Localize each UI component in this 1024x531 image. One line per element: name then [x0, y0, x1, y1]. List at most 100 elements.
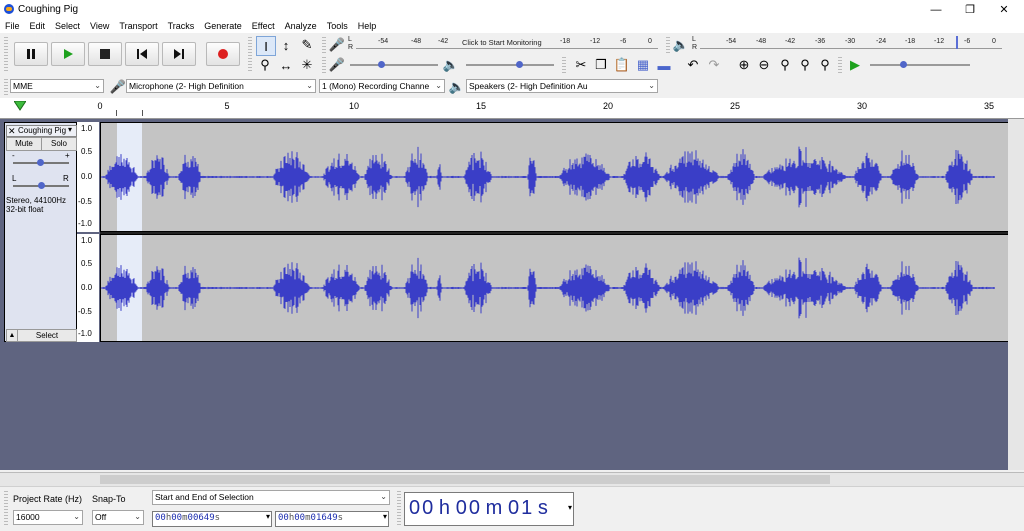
selection-mode-select[interactable]: Start and End of Selection ⌄ — [152, 490, 390, 505]
channel-2-scale[interactable]: 1.0 0.5 0.0 -0.5 -1.0 — [77, 234, 99, 342]
start-monitoring-text[interactable]: Click to Start Monitoring — [462, 38, 542, 47]
menu-tracks[interactable]: Tracks — [163, 19, 200, 33]
playback-device-select[interactable]: Speakers (2- High Definition Au ⌄ — [466, 79, 658, 93]
trim-icon[interactable]: ▦ — [634, 56, 652, 74]
time-unit: s — [537, 497, 550, 519]
record-volume-slider[interactable] — [350, 61, 438, 68]
track-close-icon[interactable]: ✕ — [8, 126, 16, 137]
project-rate-select[interactable]: 16000 ⌄ — [13, 510, 83, 525]
scale-label: -0.5 — [78, 197, 92, 206]
solo-button[interactable]: Solo — [41, 137, 77, 151]
gain-slider[interactable] — [13, 159, 69, 166]
device-toolbar-grip[interactable] — [4, 79, 8, 95]
play-speed-thumb[interactable] — [900, 61, 907, 68]
vertical-scrollbar[interactable] — [1008, 119, 1024, 470]
pause-button[interactable] — [14, 42, 48, 66]
time-toolbar-grip[interactable] — [397, 491, 401, 527]
timeline-options-icon[interactable] — [14, 101, 26, 111]
menu-file[interactable]: File — [0, 19, 25, 33]
chevron-down-icon: ▾ — [567, 503, 572, 512]
time-hours: 00 — [155, 513, 166, 523]
zoom-toggle-icon[interactable]: ⚲ — [816, 56, 834, 74]
waveform-channel-1[interactable] — [100, 122, 1008, 232]
close-button[interactable]: ✕ — [987, 0, 1021, 19]
project-rate-value: 16000 — [16, 512, 40, 522]
menu-tools[interactable]: Tools — [322, 19, 353, 33]
pan-slider-thumb[interactable] — [38, 182, 45, 189]
zoom-tool-icon[interactable]: ⚲ — [256, 56, 274, 74]
scrollbar-thumb[interactable] — [100, 475, 830, 484]
edit-toolbar-grip[interactable] — [562, 57, 566, 73]
menu-edit[interactable]: Edit — [25, 19, 51, 33]
playback-meter-grip[interactable] — [666, 37, 670, 53]
pan-slider[interactable] — [13, 182, 69, 189]
menu-generate[interactable]: Generate — [199, 19, 247, 33]
skip-to-start-button[interactable] — [125, 42, 159, 66]
selection-start-time[interactable]: 00h00m00649s ▾ — [152, 511, 272, 527]
menu-effect[interactable]: Effect — [247, 19, 280, 33]
paste-icon[interactable]: 📋 — [613, 56, 631, 74]
recording-device-select[interactable]: Microphone (2- High Definition ⌄ — [126, 79, 316, 93]
zoom-in-icon[interactable]: ⊕ — [735, 56, 753, 74]
chevron-down-icon: ⌄ — [73, 512, 80, 521]
envelope-tool-icon[interactable]: ↕ — [277, 36, 295, 54]
restore-icon: ❐ — [965, 4, 975, 16]
audio-position-display[interactable]: 00 h 00 m 01 s ▾ — [404, 492, 574, 526]
minimize-button[interactable]: — — [919, 0, 953, 19]
record-button[interactable] — [206, 42, 240, 66]
silence-icon[interactable]: ▬ — [655, 56, 673, 74]
play-speed-slider[interactable] — [870, 61, 970, 68]
mixer-toolbar-grip[interactable] — [322, 57, 326, 73]
record-icon — [218, 49, 228, 59]
multi-tool-icon[interactable]: ✳ — [298, 56, 316, 74]
draw-tool-icon[interactable]: ✎ — [298, 36, 316, 54]
fit-project-icon[interactable]: ⚲ — [796, 56, 814, 74]
snap-to-select[interactable]: Off ⌄ — [92, 510, 144, 525]
timeline-ruler[interactable]: 0 5 10 15 20 25 30 35 — [0, 98, 1024, 119]
menu-help[interactable]: Help — [353, 19, 382, 33]
audio-host-select[interactable]: MME ⌄ — [10, 79, 104, 93]
record-meter[interactable]: -54 -48 -42 Click to Start Monitoring -1… — [356, 37, 658, 49]
menu-select[interactable]: Select — [50, 19, 85, 33]
stop-button[interactable] — [88, 42, 122, 66]
playback-volume-slider[interactable] — [466, 61, 554, 68]
record-meter-tick: 0 — [648, 38, 652, 45]
tools-toolbar-grip[interactable] — [248, 37, 252, 73]
speaker-meter-icon[interactable]: 🔈 — [672, 36, 690, 54]
chevron-down-icon: ⌄ — [94, 81, 101, 90]
menu-view[interactable]: View — [85, 19, 114, 33]
track-select-button[interactable]: Select — [17, 329, 77, 342]
waveform-channel-2[interactable] — [100, 234, 1008, 342]
horizontal-scrollbar[interactable] — [0, 472, 1024, 487]
play-at-speed-grip[interactable] — [838, 57, 842, 73]
selection-tool-icon[interactable]: I — [256, 36, 276, 56]
selection-mode-value: Start and End of Selection — [155, 492, 254, 502]
restore-button[interactable]: ❐ — [953, 0, 987, 19]
mute-button[interactable]: Mute — [6, 137, 42, 151]
selection-end-time[interactable]: 00h00m01649s ▾ — [275, 511, 389, 527]
transport-toolbar-grip[interactable] — [4, 37, 8, 73]
play-at-speed-icon[interactable]: ▶ — [846, 56, 864, 74]
zoom-out-icon[interactable]: ⊖ — [755, 56, 773, 74]
fit-selection-icon[interactable]: ⚲ — [776, 56, 794, 74]
microphone-meter-icon[interactable]: 🎤 — [328, 36, 346, 54]
undo-icon[interactable]: ↶ — [684, 56, 702, 74]
selection-toolbar-grip[interactable] — [4, 491, 8, 527]
ruler-tick: 0 — [97, 101, 103, 111]
gain-slider-thumb[interactable] — [37, 159, 44, 166]
track-name-menu[interactable]: ✕ Coughing Pig ▾ — [6, 125, 77, 137]
menu-transport[interactable]: Transport — [114, 19, 162, 33]
timeshift-tool-icon[interactable]: ↔ — [277, 56, 295, 74]
copy-icon[interactable]: ❐ — [592, 56, 610, 74]
record-meter-grip[interactable] — [322, 37, 326, 53]
redo-icon[interactable]: ↷ — [705, 56, 723, 74]
channel-1-scale[interactable]: 1.0 0.5 0.0 -0.5 -1.0 — [77, 122, 99, 232]
recording-channels-select[interactable]: 1 (Mono) Recording Channe ⌄ — [319, 79, 445, 93]
cut-icon[interactable]: ✂ — [572, 56, 590, 74]
skip-to-end-button[interactable] — [162, 42, 196, 66]
play-button[interactable] — [51, 42, 85, 66]
playback-meter[interactable]: -54 -48 -42 -36 -30 -24 -18 -12 -6 0 — [700, 36, 1002, 49]
playback-volume-thumb[interactable] — [516, 61, 523, 68]
record-volume-thumb[interactable] — [378, 61, 385, 68]
menu-analyze[interactable]: Analyze — [280, 19, 322, 33]
